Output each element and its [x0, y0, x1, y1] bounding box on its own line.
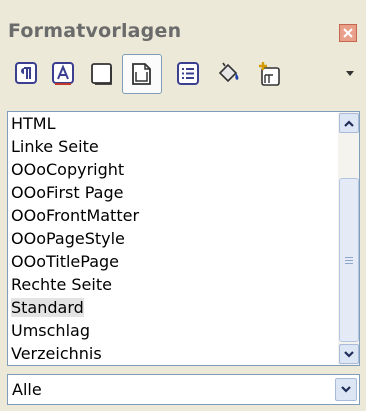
list-item-label: Rechte Seite — [11, 275, 112, 294]
list-item-label: HTML — [11, 114, 56, 133]
list-item[interactable]: Linke Seite — [8, 135, 99, 158]
page-styles-button[interactable] — [122, 54, 162, 94]
list-item[interactable]: OOoCopyright — [8, 158, 124, 181]
grip-icon — [345, 256, 353, 264]
styles-list[interactable]: HTML Linke Seite OOoCopyright OOoFirst P… — [7, 111, 360, 366]
styles-list-items: HTML Linke Seite OOoCopyright OOoFirst P… — [8, 112, 338, 365]
frame-styles-button[interactable] — [86, 58, 118, 90]
fill-format-mode-button[interactable] — [212, 58, 244, 90]
list-item-label: OOoPageStyle — [11, 229, 125, 248]
style-filter-dropdown[interactable]: Alle — [7, 374, 360, 405]
list-item[interactable]: OOoPageStyle — [8, 227, 125, 250]
list-item[interactable]: OOoTitlePage — [8, 250, 119, 273]
list-item-label: OOoFirst Page — [11, 183, 124, 202]
list-item-label: OOoFrontMatter — [11, 206, 140, 225]
scroll-up-button[interactable] — [339, 113, 359, 133]
paint-bucket-icon — [218, 62, 239, 83]
chevron-down-icon — [344, 350, 354, 358]
close-button[interactable] — [339, 24, 357, 42]
chevron-down-icon — [346, 71, 354, 76]
filter-selected-value: Alle — [12, 380, 42, 399]
vertical-scrollbar[interactable] — [338, 112, 359, 365]
paragraph-styles-button[interactable] — [10, 58, 42, 90]
chevron-up-icon — [344, 119, 354, 127]
list-item-label: Verzeichnis — [11, 344, 102, 363]
character-styles-button[interactable] — [47, 58, 79, 90]
character-style-icon — [52, 62, 74, 85]
new-style-from-selection-button[interactable] — [254, 58, 286, 90]
list-item[interactable]: Umschlag — [8, 319, 90, 342]
window-title: Formatvorlagen — [8, 20, 182, 42]
styles-and-formatting-window: Formatvorlagen HTML Linke Seite OOoCopyr… — [0, 0, 366, 411]
style-family-toolbar — [0, 48, 366, 108]
list-item-label: Linke Seite — [11, 137, 99, 156]
list-item[interactable]: OOoFrontMatter — [8, 204, 139, 227]
list-item[interactable]: HTML — [8, 112, 56, 135]
list-item[interactable]: OOoFirst Page — [8, 181, 123, 204]
paragraph-style-icon — [15, 62, 37, 84]
list-item[interactable]: Verzeichnis — [8, 342, 102, 365]
list-item[interactable]: Rechte Seite — [8, 273, 112, 296]
frame-style-icon — [91, 63, 112, 85]
list-style-icon — [177, 62, 199, 85]
list-item-label: Standard — [11, 298, 84, 317]
list-item-selected[interactable]: Standard — [8, 296, 84, 319]
scroll-down-button[interactable] — [339, 344, 359, 364]
chevron-down-icon — [341, 386, 351, 393]
list-item-label: OOoTitlePage — [11, 252, 119, 271]
list-item-label: OOoCopyright — [11, 160, 125, 179]
toolbar-more-options-button[interactable] — [344, 64, 356, 84]
close-icon — [343, 28, 353, 38]
page-style-icon — [132, 63, 151, 85]
list-item-label: Umschlag — [11, 321, 90, 340]
new-style-icon — [259, 62, 280, 86]
scroll-thumb[interactable] — [339, 178, 359, 342]
title-bar: Formatvorlagen — [0, 0, 366, 44]
list-styles-button[interactable] — [172, 58, 204, 90]
filter-dropdown-button[interactable] — [335, 378, 357, 401]
